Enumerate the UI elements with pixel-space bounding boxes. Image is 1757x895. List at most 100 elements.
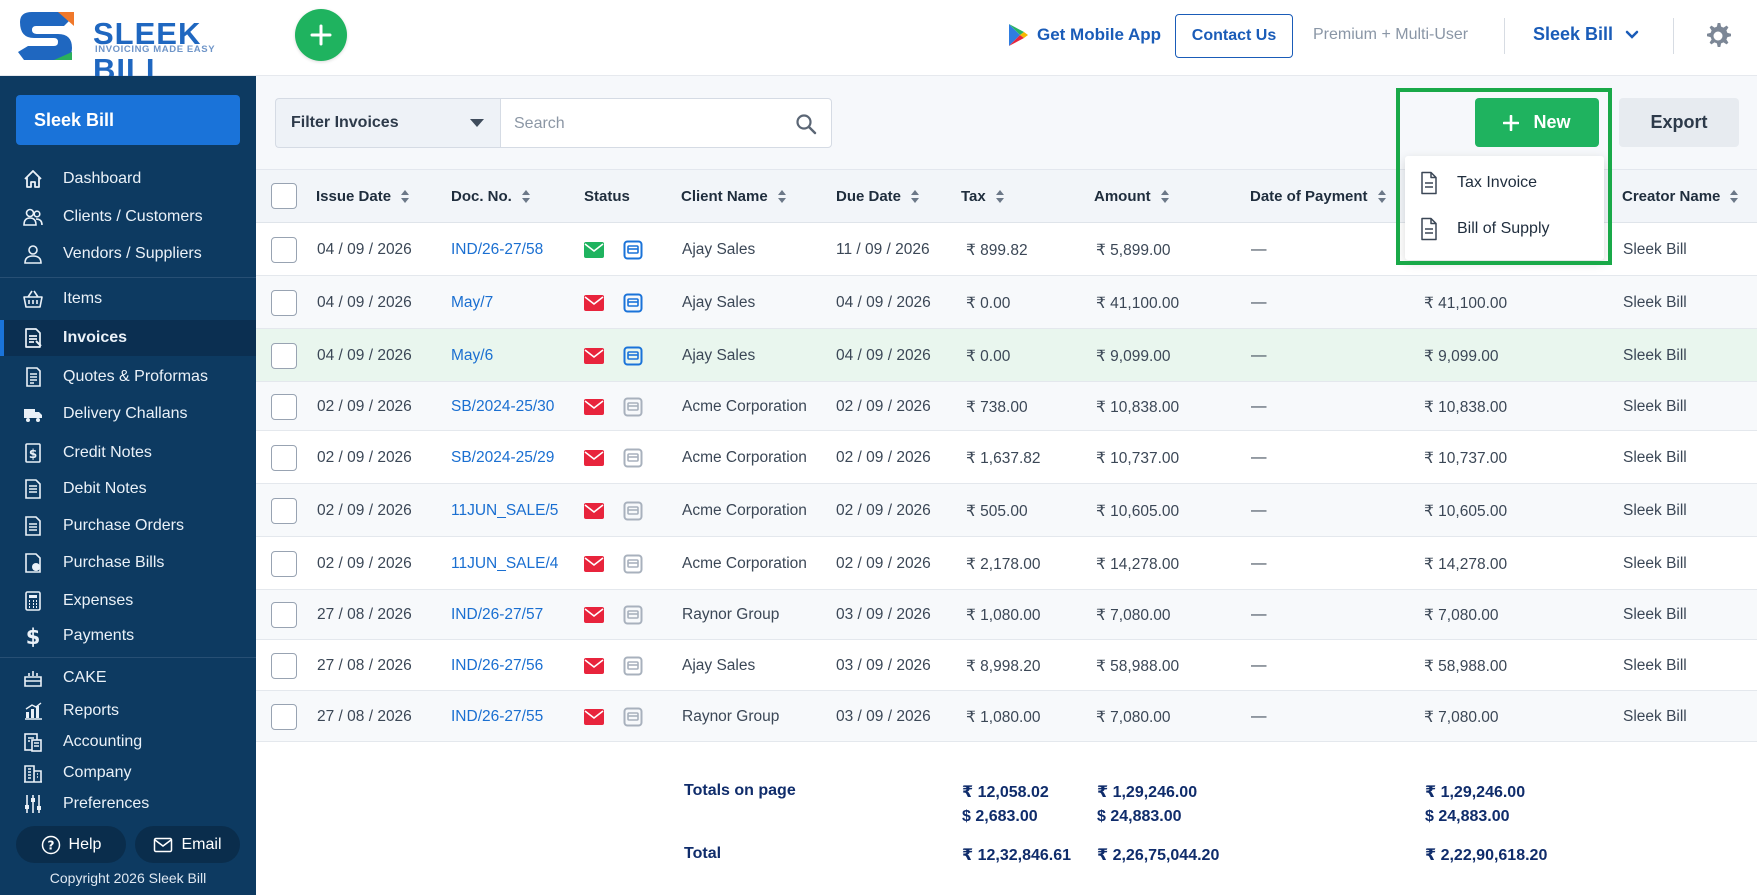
- payment-status-icon[interactable]: [623, 707, 643, 727]
- email-status-icon[interactable]: [584, 241, 604, 258]
- sidebar-item-debit-notes[interactable]: Debit Notes: [0, 471, 256, 507]
- export-button[interactable]: Export: [1619, 98, 1739, 147]
- column-header-issue-date[interactable]: Issue Date: [316, 170, 410, 223]
- email-status-icon[interactable]: [584, 347, 604, 364]
- email-status-icon[interactable]: [584, 398, 604, 415]
- column-header-tax[interactable]: Tax: [961, 170, 1004, 223]
- sidebar-item-payments[interactable]: $ Payments: [0, 618, 256, 654]
- payment-status-icon[interactable]: [623, 656, 643, 676]
- search-icon[interactable]: [795, 113, 817, 135]
- sidebar-item-invoices[interactable]: Invoices: [0, 320, 256, 356]
- table-row[interactable]: 04 / 09 / 2026 May/7 Ajay Sales 04 / 09 / 2…: [256, 276, 1757, 329]
- table-row[interactable]: 27 / 08 / 2026 IND/26-27/55 Raynor Group 03…: [256, 691, 1757, 742]
- menu-item-bill-of-supply[interactable]: Bill of Supply: [1405, 208, 1604, 250]
- doc-number-link[interactable]: IND/26-27/56: [451, 657, 543, 675]
- sidebar-item-cake[interactable]: CAKE: [0, 660, 256, 696]
- sidebar-item-items[interactable]: Items: [0, 281, 256, 317]
- payment-status-icon[interactable]: [623, 605, 643, 625]
- payment-status-icon[interactable]: [623, 397, 643, 417]
- row-checkbox[interactable]: [271, 289, 297, 316]
- email-status-icon[interactable]: [584, 607, 604, 623]
- filter-invoices-dropdown[interactable]: Filter Invoices: [275, 98, 500, 148]
- column-header-doc-no[interactable]: Doc. No.: [451, 170, 530, 223]
- contact-us-button[interactable]: Contact Us: [1175, 14, 1293, 58]
- payment-status-icon[interactable]: [623, 448, 643, 468]
- payment-status-icon[interactable]: [623, 293, 643, 313]
- sidebar-item-purchase-orders[interactable]: Purchase Orders: [0, 508, 256, 544]
- row-checkbox[interactable]: [271, 393, 297, 420]
- doc-number-link[interactable]: SB/2024-25/29: [451, 449, 554, 467]
- sidebar-item-purchase-bills[interactable]: Purchase Bills: [0, 545, 256, 581]
- brand-logo[interactable]: SLEEK BILL INVOICING MADE EASY: [14, 8, 264, 87]
- doc-number-link[interactable]: 11JUN_SALE/5: [451, 502, 558, 520]
- company-switcher-button[interactable]: Sleek Bill: [16, 95, 240, 145]
- column-header-status: Status: [584, 170, 630, 223]
- select-all-checkbox[interactable]: [271, 183, 297, 209]
- account-menu[interactable]: Sleek Bill: [1533, 24, 1639, 45]
- payment-status-icon[interactable]: [623, 240, 643, 260]
- column-header-date-of-payment[interactable]: Date of Payment: [1250, 170, 1386, 223]
- row-checkbox[interactable]: [271, 652, 297, 679]
- invoice-icon: [25, 328, 42, 348]
- sidebar-item-credit-notes[interactable]: $ Credit Notes: [0, 435, 256, 471]
- doc-number-link[interactable]: May/6: [451, 347, 493, 365]
- email-status-icon[interactable]: [584, 555, 604, 572]
- menu-item-tax-invoice[interactable]: Tax Invoice: [1405, 162, 1604, 204]
- plus-icon: [1503, 114, 1520, 131]
- sidebar-item-quotes[interactable]: Quotes & Proformas: [0, 359, 256, 395]
- email-status-icon[interactable]: [584, 657, 604, 674]
- doc-number-link[interactable]: 11JUN_SALE/4: [451, 555, 558, 573]
- column-header-label: Issue Date: [316, 188, 392, 205]
- table-row[interactable]: 27 / 08 / 2026 IND/26-27/56 Ajay Sales 03 /…: [256, 640, 1757, 691]
- table-row[interactable]: 27 / 08 / 2026 IND/26-27/57 Raynor Group 03…: [256, 590, 1757, 640]
- email-status-icon[interactable]: [584, 294, 604, 311]
- doc-number-link[interactable]: May/7: [451, 294, 493, 312]
- table-row[interactable]: 04 / 09 / 2026 May/6 Ajay Sales 04 / 09 / 2…: [256, 329, 1757, 382]
- sidebar-item-expenses[interactable]: Expenses: [0, 583, 256, 619]
- column-header-creator-name[interactable]: Creator Name: [1622, 170, 1739, 223]
- row-checkbox[interactable]: [271, 550, 297, 577]
- column-header-client-name[interactable]: Client Name: [681, 170, 786, 223]
- sidebar-item-vendors[interactable]: Vendors / Suppliers: [0, 236, 256, 272]
- email-status-icon[interactable]: [584, 502, 604, 519]
- get-mobile-app-link[interactable]: Get Mobile App: [1007, 20, 1161, 50]
- row-checkbox[interactable]: [271, 703, 297, 730]
- logo-badge-icon: [18, 12, 74, 60]
- tax-cell: ₹ 1,637.82: [966, 449, 1041, 467]
- payment-status-icon[interactable]: [623, 501, 643, 521]
- main-content: Filter Invoices New Export Issue Date Do…: [256, 76, 1757, 895]
- doc-number-link[interactable]: IND/26-27/58: [451, 241, 543, 259]
- due-date-cell: 03 / 09 / 2026: [836, 656, 931, 674]
- doc-number-link[interactable]: SB/2024-25/30: [451, 398, 554, 416]
- help-button[interactable]: ? Help: [16, 826, 126, 863]
- balance-cell: ₹ 14,278.00: [1424, 555, 1508, 573]
- doc-number-link[interactable]: IND/26-27/55: [451, 708, 543, 726]
- email-button[interactable]: Email: [135, 826, 240, 863]
- quick-add-button[interactable]: [295, 9, 347, 61]
- sidebar-item-label: Expenses: [63, 592, 134, 609]
- payment-status-icon[interactable]: [623, 554, 643, 574]
- table-row[interactable]: 02 / 09 / 2026 SB/2024-25/30 Acme Corporat…: [256, 382, 1757, 431]
- email-status-icon[interactable]: [584, 449, 604, 466]
- new-invoice-button[interactable]: New: [1475, 98, 1599, 147]
- sort-icon: [1160, 189, 1169, 204]
- doc-number-link[interactable]: IND/26-27/57: [451, 606, 543, 624]
- table-row[interactable]: 02 / 09 / 2026 SB/2024-25/29 Acme Corporat…: [256, 431, 1757, 484]
- table-row[interactable]: 02 / 09 / 2026 11JUN_SALE/4 Acme Corporati…: [256, 537, 1757, 590]
- sidebar-item-preferences[interactable]: Preferences: [0, 786, 256, 822]
- column-header-due-date[interactable]: Due Date: [836, 170, 920, 223]
- row-checkbox[interactable]: [271, 444, 297, 471]
- row-checkbox[interactable]: [271, 497, 297, 524]
- row-checkbox[interactable]: [271, 602, 297, 628]
- row-checkbox[interactable]: [271, 236, 297, 263]
- sidebar-item-dashboard[interactable]: Dashboard: [0, 161, 256, 197]
- search-input[interactable]: [514, 112, 784, 136]
- payment-status-icon[interactable]: [623, 346, 643, 366]
- gear-icon[interactable]: [1703, 20, 1735, 52]
- sidebar-item-clients[interactable]: Clients / Customers: [0, 199, 256, 235]
- sidebar-item-delivery-challans[interactable]: Delivery Challans: [0, 396, 256, 432]
- table-row[interactable]: 02 / 09 / 2026 11JUN_SALE/5 Acme Corporati…: [256, 484, 1757, 537]
- column-header-amount[interactable]: Amount: [1094, 170, 1169, 223]
- row-checkbox[interactable]: [271, 342, 297, 369]
- email-status-icon[interactable]: [584, 708, 604, 725]
